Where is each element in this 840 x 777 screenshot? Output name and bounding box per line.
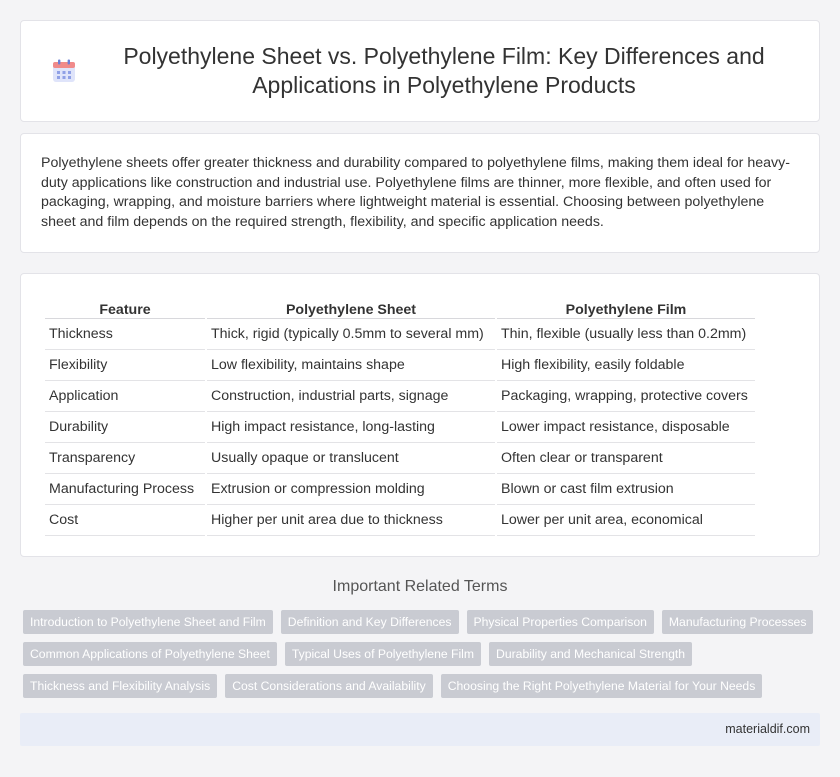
summary-paragraph: Polyethylene sheets offer greater thickn… [41, 155, 790, 230]
footer-site-link[interactable]: materialdif.com [725, 722, 810, 736]
table-row: Manufacturing Process Extrusion or compr… [45, 474, 755, 505]
summary-card: Polyethylene sheets offer greater thickn… [20, 133, 820, 253]
table-cell: Manufacturing Process [45, 474, 205, 505]
table-row: Transparency Usually opaque or transluce… [45, 443, 755, 474]
table-cell: Flexibility [45, 350, 205, 381]
table-row: Thickness Thick, rigid (typically 0.5mm … [45, 319, 755, 350]
tag-row: Introduction to Polyethylene Sheet and F… [23, 610, 823, 642]
footer: materialdif.com [20, 713, 820, 746]
related-term-tag[interactable]: Physical Properties Comparison [466, 610, 654, 634]
related-term-tag[interactable]: Durability and Mechanical Strength [489, 642, 693, 666]
related-term-tag[interactable]: Typical Uses of Polyethylene Film [284, 642, 482, 666]
related-term-tag[interactable]: Choosing the Right Polyethylene Material… [440, 674, 763, 698]
table-cell: Lower per unit area, economical [497, 505, 755, 536]
table-cell: Durability [45, 412, 205, 443]
table-cell: High flexibility, easily foldable [497, 350, 755, 381]
related-terms-heading: Important Related Terms [332, 578, 508, 595]
table-cell: Lower impact resistance, disposable [497, 412, 755, 443]
column-header-film: Polyethylene Film [497, 296, 755, 319]
related-term-tag[interactable]: Introduction to Polyethylene Sheet and F… [23, 610, 273, 634]
page-title: Polyethylene Sheet vs. Polyethylene Film… [123, 43, 765, 98]
table-cell: Low flexibility, maintains shape [207, 350, 495, 381]
table-cell: Thickness [45, 319, 205, 350]
related-term-tag[interactable]: Common Applications of Polyethylene Shee… [23, 642, 277, 666]
related-term-tag[interactable]: Definition and Key Differences [280, 610, 459, 634]
related-term-tag[interactable]: Thickness and Flexibility Analysis [23, 674, 218, 698]
related-term-tag[interactable]: Manufacturing Processes [661, 610, 814, 634]
table-cell: High impact resistance, long-lasting [207, 412, 495, 443]
table-row: Durability High impact resistance, long-… [45, 412, 755, 443]
table-row: Flexibility Low flexibility, maintains s… [45, 350, 755, 381]
table-cell: Cost [45, 505, 205, 536]
column-header-feature: Feature [45, 296, 205, 319]
comparison-table-card: Feature Polyethylene Sheet Polyethylene … [20, 273, 820, 557]
related-terms-list: Introduction to Polyethylene Sheet and F… [23, 610, 823, 706]
table-header-row: Feature Polyethylene Sheet Polyethylene … [45, 296, 755, 319]
table-row: Application Construction, industrial par… [45, 381, 755, 412]
table-cell: Extrusion or compression molding [207, 474, 495, 505]
tag-row: Common Applications of Polyethylene Shee… [23, 642, 823, 674]
table-cell: Thin, flexible (usually less than 0.2mm) [497, 319, 755, 350]
table-cell: Usually opaque or translucent [207, 443, 495, 474]
table-cell: Thick, rigid (typically 0.5mm to several… [207, 319, 495, 350]
table-cell: Construction, industrial parts, signage [207, 381, 495, 412]
table-cell: Packaging, wrapping, protective covers [497, 381, 755, 412]
table-cell: Higher per unit area due to thickness [207, 505, 495, 536]
related-term-tag[interactable]: Cost Considerations and Availability [225, 674, 433, 698]
comparison-table: Feature Polyethylene Sheet Polyethylene … [43, 296, 757, 536]
tag-row: Thickness and Flexibility Analysis Cost … [23, 674, 823, 706]
table-cell: Transparency [45, 443, 205, 474]
calendar-icon [53, 59, 75, 82]
header-card: Polyethylene Sheet vs. Polyethylene Film… [20, 20, 820, 122]
table-cell: Application [45, 381, 205, 412]
column-header-sheet: Polyethylene Sheet [207, 296, 495, 319]
table-row: Cost Higher per unit area due to thickne… [45, 505, 755, 536]
table-cell: Blown or cast film extrusion [497, 474, 755, 505]
table-cell: Often clear or transparent [497, 443, 755, 474]
